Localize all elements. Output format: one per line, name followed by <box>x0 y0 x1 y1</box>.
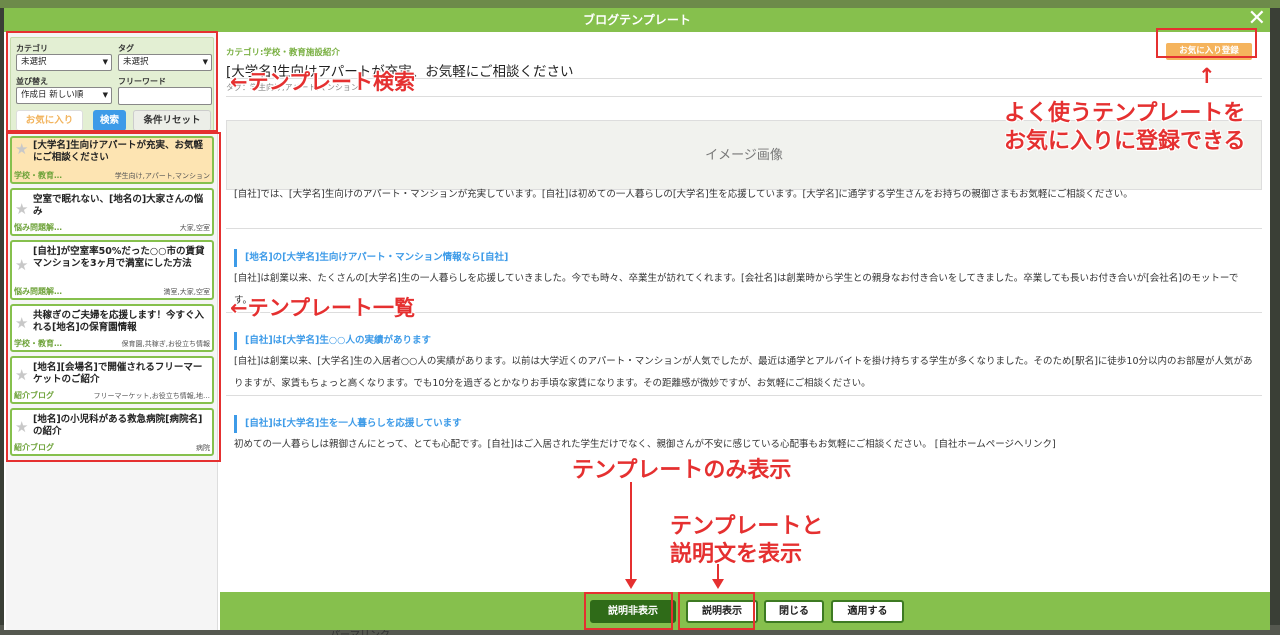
annotation-arrow-head <box>625 579 637 589</box>
modal-header: ブログテンプレート ✕ <box>4 8 1270 32</box>
annotation-with-desc-line2: 説明文を表示 <box>670 542 803 567</box>
annotation-search-label: ←テンプレート検索 <box>230 70 415 94</box>
divider <box>226 395 1262 396</box>
annotation-list-box <box>6 132 221 462</box>
annotation-show-desc-box <box>678 592 755 630</box>
annotation-hide-desc-box <box>584 592 673 630</box>
annotation-arrow-head <box>712 579 724 589</box>
section-body: [自社]は創業以来、[大学名]生の入居者○○人の実績があります。以前は大学近くの… <box>234 356 1253 389</box>
annotation-arrow-shaft <box>717 564 719 580</box>
annotation-favorite-line2: お気に入りに登録できる <box>1004 129 1246 154</box>
modal-title: ブログテンプレート <box>583 13 691 27</box>
section-heading: [地名]の[大学名]生向けアパート・マンション情報なら[自社] <box>234 249 508 267</box>
annotation-list-label: ←テンプレート一覧 <box>230 296 415 320</box>
breadcrumb: カテゴリ:学校・教育施設紹介 <box>226 48 340 58</box>
annotation-arrow-shaft <box>630 482 632 580</box>
section-heading: [自社]は[大学名]生○○人の実績があります <box>234 332 431 350</box>
annotation-favorite-arrow: ↑ <box>1198 64 1216 88</box>
annotation-template-only: テンプレートのみ表示 <box>572 458 792 483</box>
divider <box>226 228 1262 229</box>
section-heading: [自社]は[大学名]生を一人暮らしを応援しています <box>234 415 462 433</box>
apply-button[interactable]: 適用する <box>831 600 904 623</box>
annotation-search-box <box>6 31 218 132</box>
close-button[interactable]: 閉じる <box>764 600 824 623</box>
backdrop-top <box>0 0 1280 8</box>
intro-text: [自社]では、[大学名]生向けのアパート・マンションが充実しています。[自社]は… <box>234 189 1133 200</box>
annotation-favorite-box <box>1156 28 1257 58</box>
